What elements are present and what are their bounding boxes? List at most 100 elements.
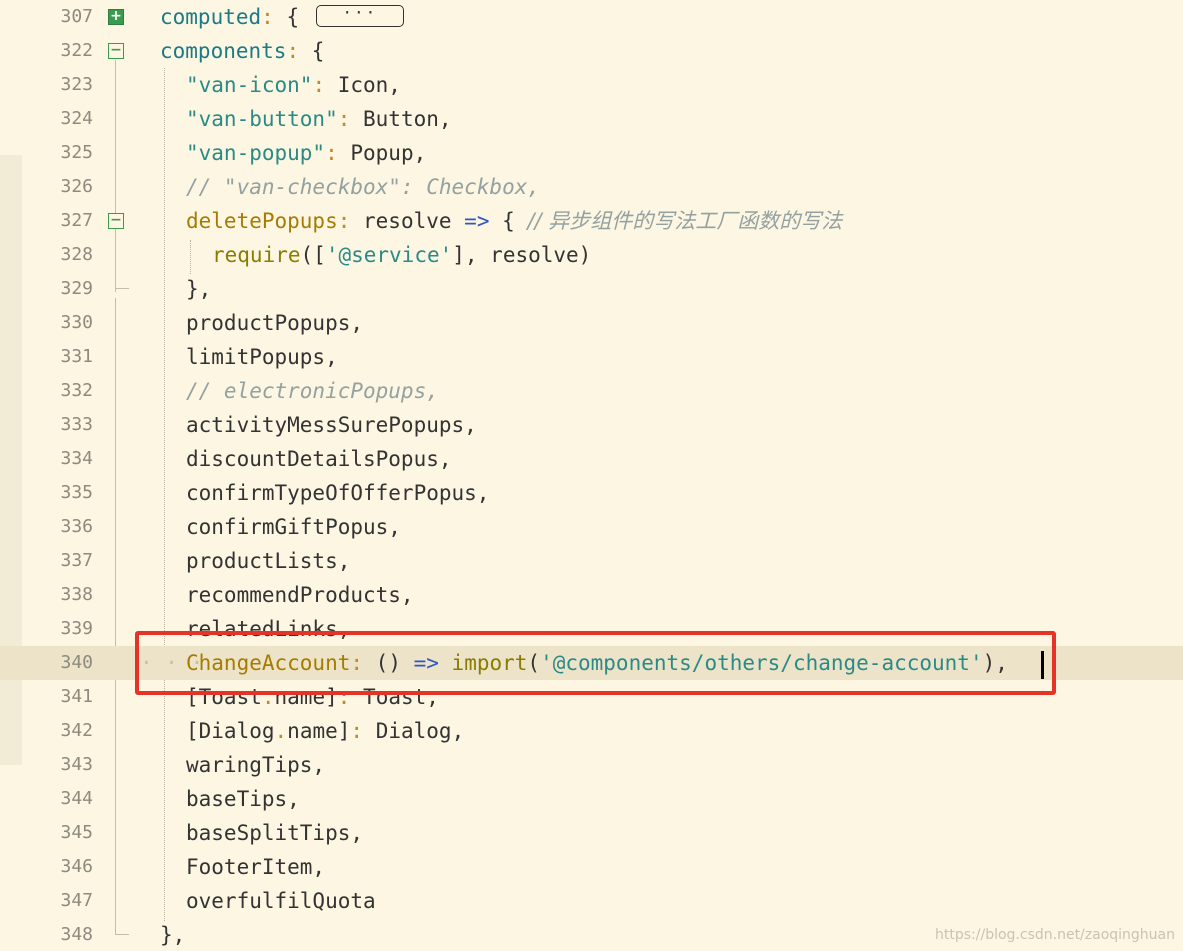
component-name: ChangeAccount (186, 651, 351, 675)
function-name: require (212, 243, 301, 267)
dot: . (274, 719, 288, 743)
code-line[interactable]: 326 // "van-checkbox": Checkbox, (0, 170, 1183, 204)
code-text: [Dialog.name]: Dialog, (186, 714, 464, 748)
code-text: }, (186, 277, 212, 301)
punct: ], resolve) (452, 243, 592, 267)
code-line[interactable]: 337 productLists, (0, 544, 1183, 578)
string: '@service' (325, 243, 453, 267)
code-line[interactable]: 335 confirmTypeOfOfferPopus, (0, 476, 1183, 510)
text-cursor (1041, 651, 1044, 679)
brace: { (489, 209, 528, 233)
punct: ] (325, 685, 338, 709)
line-number: 339 (60, 618, 93, 639)
code-text: productLists, (186, 549, 351, 573)
code-editor[interactable]: 307 + computed: { ··· 322 − components: … (0, 0, 1183, 951)
code-text: confirmGiftPopus, (186, 515, 401, 539)
code-line[interactable]: 331 limitPopups, (0, 340, 1183, 374)
code-line[interactable]: 334 discountDetailsPopus, (0, 442, 1183, 476)
code-text: waringTips, (186, 753, 326, 777)
code-text: "van-button": Button, (186, 102, 452, 136)
code-line[interactable]: 332 // electronicPopups, (0, 374, 1183, 408)
code-text: baseSplitTips, (186, 821, 364, 845)
code-line[interactable]: 343 waringTips, (0, 748, 1183, 782)
comment: // "van-checkbox": Checkbox, (186, 175, 541, 199)
param: resolve (350, 209, 465, 233)
fold-collapse-icon[interactable]: − (108, 213, 124, 229)
code-text: activityMessSurePopups, (186, 413, 477, 437)
colon: : (286, 39, 300, 63)
line-number: 329 (60, 278, 93, 299)
colon: : (325, 141, 338, 165)
function-name: import (438, 651, 528, 675)
code-text: baseTips, (186, 787, 300, 811)
code-text: discountDetailsPopus, (186, 447, 452, 471)
line-number: 334 (60, 448, 93, 469)
code-text: FooterItem, (186, 855, 326, 879)
code-text: deletePopups: resolve => { // 异步组件的写法工厂函… (186, 204, 842, 238)
code-line[interactable]: 307 + computed: { ··· (0, 0, 1183, 34)
code-line[interactable]: 333 activityMessSurePopups, (0, 408, 1183, 442)
line-number: 324 (60, 108, 93, 129)
property-name: components (160, 39, 287, 63)
punct: ] (337, 719, 351, 743)
colon: : (337, 209, 351, 233)
folded-code-ellipsis[interactable]: ··· (315, 5, 404, 27)
line-number: 325 (60, 142, 93, 163)
code-text: computed: { ··· (160, 0, 404, 34)
code-text: "van-icon": Icon, (186, 68, 401, 102)
line-number: 326 (60, 176, 93, 197)
line-number: 340 (60, 652, 93, 673)
code-text: components: { (160, 34, 324, 68)
code-line-current[interactable]: 340 · · · ChangeAccount: () => import('@… (0, 646, 1183, 680)
code-line[interactable]: 322 − components: { (0, 34, 1183, 68)
value: Popup, (337, 141, 427, 165)
punct: [Dialog (186, 719, 275, 743)
fold-end-marker (115, 918, 129, 935)
code-line[interactable]: 336 confirmGiftPopus, (0, 510, 1183, 544)
line-number: 331 (60, 346, 93, 367)
colon: : (337, 685, 351, 709)
line-number: 344 (60, 788, 93, 809)
code-text: ChangeAccount: () => import('@components… (186, 646, 1008, 680)
brace: { (273, 5, 300, 29)
string: '@components/others/change-account' (540, 651, 983, 675)
code-line[interactable]: 330 productPopups, (0, 306, 1183, 340)
code-line[interactable]: 342 [Dialog.name]: Dialog, (0, 714, 1183, 748)
code-line[interactable]: 346 FooterItem, (0, 850, 1183, 884)
code-line[interactable]: 328 require(['@service'], resolve) (0, 238, 1183, 272)
code-text: limitPopups, (186, 345, 338, 369)
code-line[interactable]: 325 "van-popup": Popup, (0, 136, 1183, 170)
code-line[interactable]: 329 }, (0, 272, 1183, 306)
code-line[interactable]: 344 baseTips, (0, 782, 1183, 816)
code-line[interactable]: 338 recommendProducts, (0, 578, 1183, 612)
code-text: require(['@service'], resolve) (212, 238, 591, 272)
code-line[interactable]: 345 baseSplitTips, (0, 816, 1183, 850)
line-number: 330 (60, 312, 93, 333)
comment: // 异步组件的写法工厂函数的写法 (527, 209, 843, 233)
punct: ), (982, 651, 1008, 675)
code-line[interactable]: 324 "van-button": Button, (0, 102, 1183, 136)
fold-expand-icon[interactable]: + (108, 9, 124, 25)
line-number: 333 (60, 414, 93, 435)
code-line[interactable]: 327 − deletePopups: resolve => { // 异步组件… (0, 204, 1183, 238)
component-name: deletePopups (186, 209, 338, 233)
punct: ( (527, 651, 541, 675)
comment: // electronicPopups, (186, 379, 439, 403)
fold-collapse-icon[interactable]: − (108, 43, 124, 59)
fold-end-marker (115, 272, 129, 289)
dot: . (261, 685, 275, 709)
line-number: 335 (60, 482, 93, 503)
code-line[interactable]: 347 overfulfilQuota (0, 884, 1183, 918)
code-line[interactable]: 339 relatedLinks, (0, 612, 1183, 646)
line-number: 322 (60, 40, 93, 61)
string-key: "van-icon" (186, 73, 313, 97)
arrow: => (413, 651, 439, 675)
colon: : (350, 651, 364, 675)
line-number: 337 (60, 550, 93, 571)
code-line[interactable]: 323 "van-icon": Icon, (0, 68, 1183, 102)
line-number: 336 (60, 516, 93, 537)
punct: ([ (300, 243, 326, 267)
code-line[interactable]: 341 [Toast.name]: Toast, (0, 680, 1183, 714)
code-text: overfulfilQuota (186, 889, 376, 913)
line-number: 323 (60, 74, 93, 95)
